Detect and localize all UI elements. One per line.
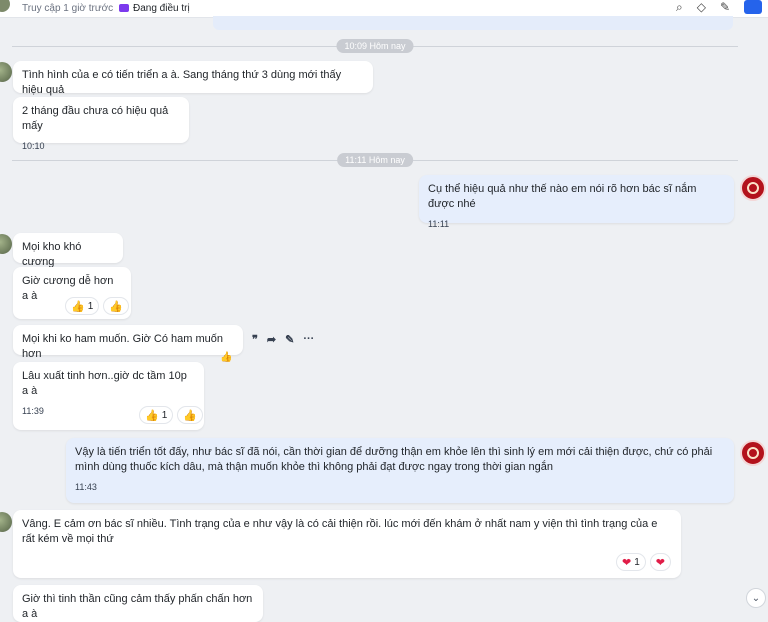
heart-icon: ❤ [622,556,632,569]
last-access-text: Truy cập 1 giờ trước [22,3,114,14]
add-reaction-button[interactable]: ❤ [649,553,671,571]
doctor-avatar[interactable] [740,175,766,201]
message-incoming[interactable]: 2 tháng đầu chưa có hiệu quả mấy 10:10 [13,97,189,151]
tag-toggle-icon[interactable]: ◇ [697,0,706,15]
forward-icon[interactable]: ➦ [267,333,276,346]
reaction-count: 1 [161,409,168,421]
message-time: 10:10 [22,141,45,151]
message-text: Vậy là tiến triển tốt đấy, như bác sĩ đã… [75,446,713,473]
logo-icon [747,182,759,194]
message-incoming[interactable]: Mọi kho khó cương [13,233,123,268]
thumbs-up-icon[interactable]: 👍 [220,352,232,363]
message-time: 11:43 [75,482,97,492]
time-divider-label: 11:11 Hôm nay [337,153,413,167]
add-reaction-button[interactable]: 👍 [177,406,203,424]
info-panel-icon[interactable] [744,0,762,14]
message-text: Mọi kho khó cương [22,241,82,268]
message-outgoing[interactable]: Vậy là tiến triển tốt đấy, như bác sĩ đã… [66,438,734,503]
doctor-avatar[interactable] [740,440,766,466]
reaction-bar: 👍 1 👍 [65,297,129,315]
patient-avatar[interactable] [0,0,10,12]
status-badge[interactable]: Đang điều trị [119,3,190,14]
message-text: Cụ thể hiệu quả như thế nào em nói rõ hơ… [428,183,697,210]
message-text: Mọi khi ko ham muốn. Giờ Có ham muốn hơn [22,333,224,360]
pin-icon[interactable]: ✎ [720,0,730,15]
thumbs-up-icon: 👍 [145,409,159,422]
time-divider: 10:09 Hôm nay [12,39,738,53]
logo-icon [747,447,759,459]
thumbs-up-icon: 👍 [109,300,123,313]
message-time: 11:11 [428,219,450,229]
message-actions: ❞ ➦ ✎ ··· [252,333,314,346]
reaction-heart[interactable]: ❤ 1 [616,553,646,571]
edit-note-icon[interactable]: ✎ [285,333,294,346]
message-text: 2 tháng đầu chưa có hiệu quả mấy [22,105,169,132]
status-label: Đang điều trị [133,3,190,14]
header-actions: ⌕ ◇ ✎ [676,0,762,15]
patient-avatar[interactable] [0,512,12,532]
message-incoming[interactable]: Mọi khi ko ham muốn. Giờ Có ham muốn hơn [13,325,243,360]
reaction-count: 1 [87,300,94,312]
message-incoming[interactable]: Giờ thì tinh thần cũng cảm thấy phấn chấ… [13,585,263,622]
scroll-down-button[interactable]: ⌄ [746,588,766,608]
reaction-bar: 👍 1 👍 [139,406,203,424]
message-text: Tình hình của e có tiến triển a à. Sang … [22,69,342,96]
reaction-thumbs-up[interactable]: 👍 1 [139,406,174,424]
reaction-thumbs-up[interactable]: 👍 1 [65,297,100,315]
quote-icon[interactable]: ❞ [252,333,258,346]
reaction-bar: ❤ 1 ❤ [616,553,671,571]
patient-avatar[interactable] [0,234,12,254]
previous-outgoing-bubble [213,16,733,30]
tag-icon [119,4,129,12]
reaction-count: 1 [634,556,640,568]
message-outgoing[interactable]: Cụ thể hiệu quả như thế nào em nói rõ hơ… [419,175,734,229]
message-text: Lâu xuất tinh hơn..giờ dc tầm 10p a à [22,370,187,397]
time-divider: 11:11 Hôm nay [12,153,738,167]
patient-avatar[interactable] [0,62,12,82]
add-reaction-button[interactable]: 👍 [103,297,129,315]
heart-icon: ❤ [655,556,665,569]
message-text: Giờ thì tinh thần cũng cảm thấy phấn chấ… [22,593,253,620]
chevron-down-icon: ⌄ [751,592,761,604]
time-divider-label: 10:09 Hôm nay [336,39,414,53]
thumbs-up-icon: 👍 [183,409,197,422]
more-icon[interactable]: ··· [303,333,314,346]
message-text: Vâng. E cảm ơn bác sĩ nhiều. Tình trạng … [22,518,658,545]
thumbs-up-icon: 👍 [71,300,85,313]
search-icon[interactable]: ⌕ [676,0,683,15]
message-incoming[interactable]: Tình hình của e có tiến triển a à. Sang … [13,61,373,96]
message-incoming[interactable]: Vâng. E cảm ơn bác sĩ nhiều. Tình trạng … [13,510,681,578]
